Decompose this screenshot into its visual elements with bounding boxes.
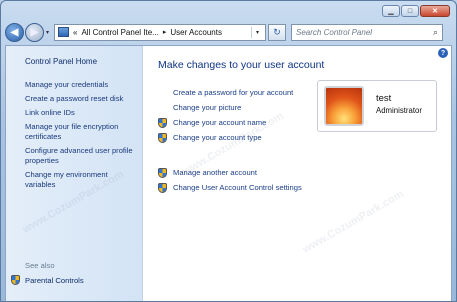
back-button[interactable]: ◀ <box>5 22 24 42</box>
environment-variables-link[interactable]: Change my environment variables <box>25 170 137 190</box>
refresh-button[interactable]: ↻ <box>268 23 287 41</box>
control-panel-icon <box>58 27 70 37</box>
create-password-label: Create a password for your account <box>173 88 294 97</box>
control-panel-home-link[interactable]: Control Panel Home <box>25 57 97 66</box>
change-picture-label: Change your picture <box>173 103 242 112</box>
change-account-name-label: Change your account name <box>173 118 267 127</box>
search-icon[interactable]: ⌕ <box>433 27 438 38</box>
user-name: test <box>376 93 392 104</box>
content-area: Control Panel Home Manage your credentia… <box>5 45 452 301</box>
link-online-ids-link[interactable]: Link online IDs <box>25 108 137 118</box>
password-reset-disk-link[interactable]: Create a password reset disk <box>25 94 137 104</box>
control-panel-window: ▁ □ ✕ ◀ ▶ ▾ « All Control Panel Ite... ▸… <box>0 0 457 302</box>
minimize-button[interactable]: ▁ <box>382 5 400 17</box>
help-button[interactable]: ? <box>438 48 448 58</box>
uac-settings-label: Change User Account Control settings <box>173 183 302 192</box>
uac-shield-icon <box>158 167 167 178</box>
recent-pages-dropdown[interactable]: ▾ <box>46 29 49 36</box>
manage-another-account-label: Manage another account <box>173 168 258 177</box>
account-task-links: Create a password for your account Chang… <box>158 87 293 147</box>
user-role: Administrator <box>376 106 422 115</box>
address-dropdown-icon[interactable]: ▾ <box>251 26 263 38</box>
task-links: Manage your credentials Create a passwor… <box>25 80 137 194</box>
breadcrumb-item-user-accounts[interactable]: User Accounts <box>170 28 222 37</box>
forward-button[interactable]: ▶ <box>25 22 44 42</box>
uac-shield-icon <box>158 132 167 143</box>
address-bar[interactable]: « All Control Panel Ite... ▸ User Accoun… <box>54 23 267 41</box>
change-account-name-link[interactable]: Change your account name <box>158 117 293 128</box>
breadcrumb-item-all-control-panel[interactable]: All Control Panel Ite... <box>81 28 158 37</box>
close-button[interactable]: ✕ <box>420 5 450 17</box>
uac-shield-icon <box>158 182 167 193</box>
uac-shield-icon <box>158 117 167 128</box>
title-bar-buttons: ▁ □ ✕ <box>382 5 450 17</box>
create-password-link[interactable]: Create a password for your account <box>158 87 293 98</box>
breadcrumb-separator-icon[interactable]: ▸ <box>163 28 167 36</box>
change-picture-link[interactable]: Change your picture <box>158 102 293 113</box>
maximize-button[interactable]: □ <box>401 5 419 17</box>
navigation-bar: ◀ ▶ ▾ « All Control Panel Ite... ▸ User … <box>5 21 452 43</box>
search-placeholder: Search Control Panel <box>296 27 373 37</box>
see-also-heading: See also <box>25 261 55 270</box>
file-encryption-certificates-link[interactable]: Manage your file encryption certificates <box>25 122 137 142</box>
manage-another-account-link[interactable]: Manage another account <box>158 167 302 178</box>
manage-credentials-link[interactable]: Manage your credentials <box>25 80 137 90</box>
breadcrumb-overflow[interactable]: « <box>73 28 77 37</box>
task-pane: Control Panel Home Manage your credentia… <box>6 46 143 301</box>
parental-controls-label: Parental Controls <box>25 275 84 285</box>
user-account-tile: test Administrator <box>317 80 437 132</box>
uac-settings-link[interactable]: Change User Account Control settings <box>158 182 302 193</box>
uac-shield-icon <box>11 275 20 285</box>
advanced-profile-properties-link[interactable]: Configure advanced user profile properti… <box>25 146 137 166</box>
change-account-type-link[interactable]: Change your account type <box>158 132 293 143</box>
page-title: Make changes to your user account <box>158 59 325 71</box>
watermark: www.CozumPark.com <box>300 188 406 256</box>
avatar[interactable] <box>324 86 364 126</box>
parental-controls-link[interactable]: Parental Controls <box>11 275 84 285</box>
change-account-type-label: Change your account type <box>173 133 262 142</box>
search-input[interactable]: Search Control Panel ⌕ <box>291 23 444 41</box>
admin-task-links: Manage another account Change User Accou… <box>158 167 302 197</box>
